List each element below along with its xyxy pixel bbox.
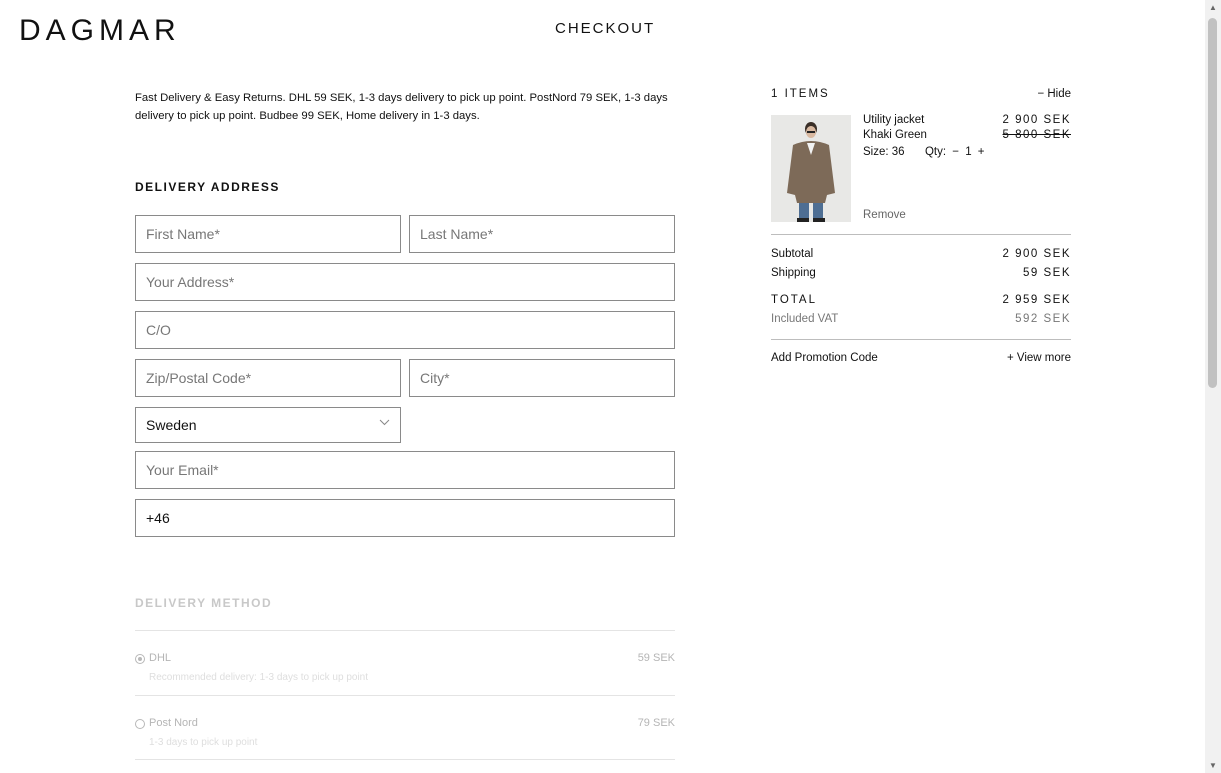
country-select-value: Sweden	[146, 417, 197, 433]
product-original-price: 5 800 SEK	[1002, 129, 1071, 141]
delivery-option-description: Recommended delivery: 1-3 days to pick u…	[149, 672, 369, 683]
qty-decrease-button[interactable]: −	[949, 146, 962, 158]
delivery-option-postnord[interactable]: Post Nord 79 SEK 1-3 days to pick up poi…	[135, 701, 675, 761]
phone-field[interactable]: +46	[135, 499, 675, 537]
email-field[interactable]: Your Email*	[135, 451, 675, 489]
vat-value: 592 SEK	[1015, 313, 1071, 325]
divider	[135, 759, 675, 760]
radio-checked-icon[interactable]	[135, 654, 145, 664]
view-more-button[interactable]: + View more	[1007, 352, 1071, 364]
delivery-option-price: 59 SEK	[637, 652, 675, 664]
city-field[interactable]: City*	[409, 359, 675, 397]
first-name-field[interactable]: First Name*	[135, 215, 401, 253]
divider	[771, 339, 1071, 340]
vat-label: Included VAT	[771, 313, 839, 325]
remove-item-button[interactable]: Remove	[863, 209, 906, 221]
product-photo-icon	[771, 115, 851, 222]
divider	[135, 630, 675, 631]
radio-unchecked-icon[interactable]	[135, 719, 145, 729]
shipping-label: Shipping	[771, 267, 816, 279]
product-size: Size: 36	[863, 146, 905, 158]
delivery-info-text: Fast Delivery & Easy Returns. DHL 59 SEK…	[135, 92, 668, 122]
divider	[771, 234, 1071, 235]
total-label: TOTAL	[771, 294, 817, 306]
chevron-down-icon	[379, 417, 390, 429]
zip-field[interactable]: Zip/Postal Code*	[135, 359, 401, 397]
delivery-option-name: DHL	[149, 652, 172, 664]
address-field[interactable]: Your Address*	[135, 263, 675, 301]
qty-label: Qty:	[924, 146, 947, 158]
divider	[135, 695, 675, 696]
add-promotion-code-link[interactable]: Add Promotion Code	[771, 352, 878, 364]
scroll-down-arrow-icon[interactable]: ▼	[1209, 761, 1217, 770]
scrollbar-thumb[interactable]	[1208, 18, 1217, 388]
scroll-up-arrow-icon[interactable]: ▲	[1209, 3, 1217, 12]
subtotal-value: 2 900 SEK	[1002, 248, 1071, 260]
shipping-value: 59 SEK	[1023, 267, 1071, 279]
page-title: CHECKOUT	[555, 20, 656, 37]
product-price: 2 900 SEK	[1002, 114, 1071, 126]
delivery-option-name: Post Nord	[149, 717, 198, 729]
delivery-option-price: 79 SEK	[637, 717, 675, 729]
qty-increase-button[interactable]: +	[975, 146, 988, 158]
total-value: 2 959 SEK	[1002, 294, 1071, 306]
product-name[interactable]: Utility jacket	[863, 114, 924, 126]
product-meta: Size: 36 Qty: − 1 +	[863, 146, 988, 158]
scrollbar[interactable]: ▲ ▼	[1205, 0, 1221, 773]
delivery-option-dhl[interactable]: DHL 59 SEK Recommended delivery: 1-3 day…	[135, 636, 675, 696]
subtotal-label: Subtotal	[771, 248, 814, 260]
last-name-field[interactable]: Last Name*	[409, 215, 675, 253]
delivery-method-title: DELIVERY METHOD	[135, 596, 273, 610]
product-color: Khaki Green	[863, 129, 927, 141]
hide-summary-button[interactable]: − Hide	[1037, 88, 1071, 100]
country-select[interactable]: Sweden	[135, 407, 401, 443]
qty-value: 1	[965, 146, 972, 158]
product-image[interactable]	[771, 115, 851, 222]
co-field[interactable]: C/O	[135, 311, 675, 349]
delivery-address-title: DELIVERY ADDRESS	[135, 180, 280, 194]
items-count: 1 ITEMS	[771, 88, 830, 100]
delivery-option-description: 1-3 days to pick up point	[149, 737, 258, 748]
brand-logo[interactable]: DAGMAR	[19, 14, 181, 48]
